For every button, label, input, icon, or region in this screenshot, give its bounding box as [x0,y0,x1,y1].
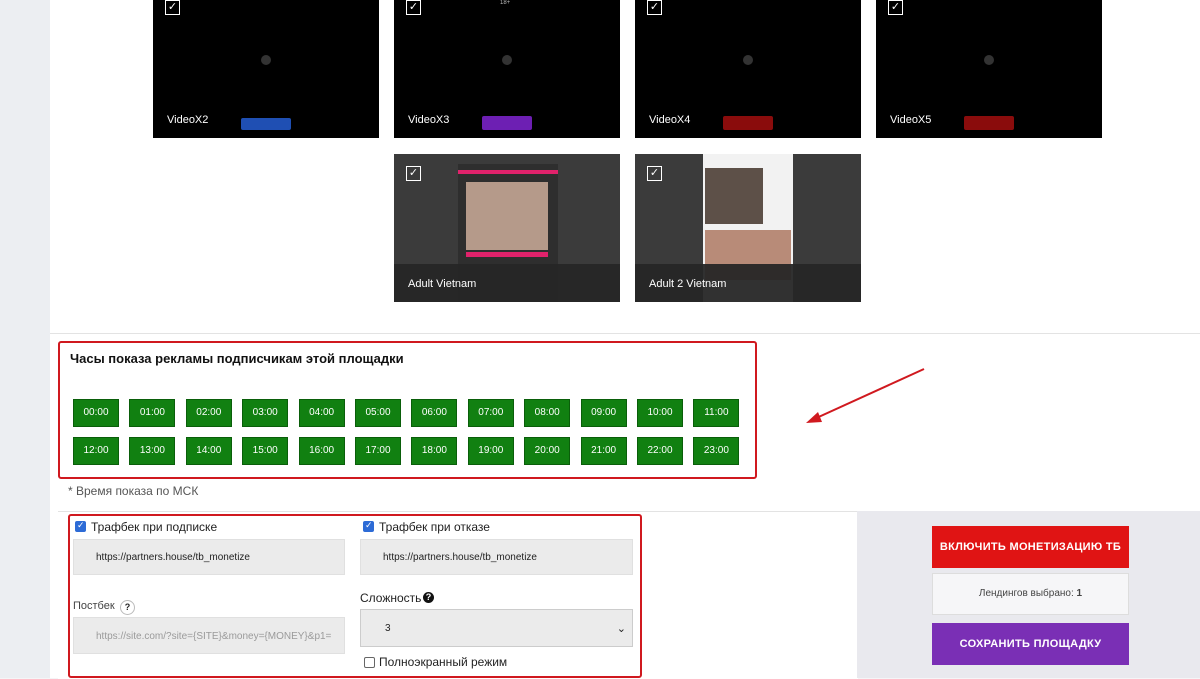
landing-label: Adult 2 Vietnam [649,278,727,290]
left-sidebar [0,0,50,678]
landing-label: VideoX4 [649,114,691,126]
hour-slot[interactable]: 03:00 [242,399,289,427]
save-site-button[interactable]: СОХРАНИТЬ ПЛОЩАДКУ [932,623,1129,665]
hour-slot[interactable]: 11:00 [693,399,740,427]
postback-input[interactable]: https://site.com/?site={SITE}&money={MON… [73,617,345,654]
landing-label: VideoX5 [890,114,932,126]
age-mark: 18+ [500,0,511,6]
play-icon [502,55,512,65]
landing-thumb-adult-vietnam[interactable]: ✓ Adult Vietnam [394,154,620,302]
checked-icon[interactable]: ✓ [888,0,903,15]
landing-thumb-videox2[interactable]: ✓ VideoX2 [153,0,379,138]
hour-slot[interactable]: 07:00 [467,399,514,427]
difficulty-label: Сложность [360,591,422,605]
hour-slot[interactable]: 10:00 [637,399,683,427]
play-icon [984,55,994,65]
landing-label: VideoX3 [408,114,450,126]
trafback-subscribe-checkbox[interactable] [75,520,86,532]
hours-title: Часы показа рекламы подписчикам этой пло… [70,351,404,366]
landing-thumb-adult-2-vietnam[interactable]: ✓ Adult 2 Vietnam [635,154,861,302]
landings-count: 1 [1076,588,1083,599]
hour-slot[interactable]: 19:00 [467,437,514,465]
landing-thumb-videox3[interactable]: ✓ 18+ VideoX3 [394,0,620,138]
postback-label: Постбек [73,600,115,612]
hour-slot[interactable]: 14:00 [185,437,232,465]
help-icon[interactable]: ? [120,600,135,615]
hour-slot[interactable]: 18:00 [411,437,458,465]
checked-icon[interactable]: ✓ [647,166,662,181]
trafback-subscribe-input[interactable]: https://partners.house/tb_monetize [73,539,345,575]
hour-slot[interactable]: 20:00 [524,437,571,465]
hour-slot[interactable]: 06:00 [411,399,458,427]
checked-icon[interactable]: ✓ [406,0,421,15]
fullscreen-label: Полноэкранный режим [379,655,508,669]
landing-label: Adult Vietnam [408,278,477,290]
timezone-note: * Время показа по МСК [68,484,199,498]
checked-icon[interactable]: ✓ [406,166,421,181]
hour-slot[interactable]: 02:00 [185,399,232,427]
hour-slot[interactable]: 08:00 [524,399,571,427]
trafback-refuse-checkbox[interactable] [363,520,374,532]
landing-label: VideoX2 [167,114,209,126]
site-preview-bar [466,252,548,257]
hour-slot[interactable]: 09:00 [580,399,627,427]
preview-button-mock [241,118,291,130]
trafback-refuse-input[interactable]: https://partners.house/tb_monetize [360,539,633,575]
hour-slot[interactable]: 22:00 [637,437,683,465]
site-preview-header [458,170,558,174]
checked-icon[interactable]: ✓ [165,0,180,15]
site-preview-image [705,168,763,224]
hour-slot[interactable]: 13:00 [129,437,176,465]
hour-slot[interactable]: 04:00 [298,399,345,427]
hour-slot[interactable]: 21:00 [580,437,627,465]
hour-slot[interactable]: 05:00 [355,399,401,427]
play-icon [743,55,753,65]
preview-button-mock [964,116,1014,130]
difficulty-select[interactable]: 3 ⌄ [360,609,633,647]
hour-slot[interactable]: 01:00 [129,399,176,427]
fullscreen-checkbox[interactable] [364,657,375,668]
site-preview-image [466,182,548,250]
landing-thumb-videox5[interactable]: ✓ VideoX5 [876,0,1102,138]
hour-slot[interactable]: 16:00 [298,437,345,465]
hour-slot[interactable]: 15:00 [242,437,289,465]
difficulty-value: 3 [385,623,391,634]
preview-button-mock [482,116,532,130]
hour-slot[interactable]: 17:00 [355,437,401,465]
trafback-subscribe-label: Трафбек при подписке [91,520,218,534]
trafback-refuse-label: Трафбек при отказе [379,520,490,534]
landing-thumb-videox4[interactable]: ✓ VideoX4 [635,0,861,138]
enable-monetization-button[interactable]: ВКЛЮЧИТЬ МОНЕТИЗАЦИЮ ТБ [932,526,1129,568]
preview-button-mock [723,116,773,130]
help-icon[interactable]: ? [423,592,434,603]
hour-slot[interactable]: 12:00 [73,437,119,465]
chevron-down-icon: ⌄ [616,623,626,635]
annotation-arrow [806,368,925,423]
section-divider [50,333,1200,334]
play-icon [261,55,271,65]
landings-selected: Лендингов выбрано: 1 [932,573,1129,615]
hour-slot[interactable]: 23:00 [693,437,740,465]
landings-label: Лендингов выбрано: [978,588,1074,599]
hour-slot[interactable]: 00:00 [73,399,119,427]
checked-icon[interactable]: ✓ [647,0,662,15]
